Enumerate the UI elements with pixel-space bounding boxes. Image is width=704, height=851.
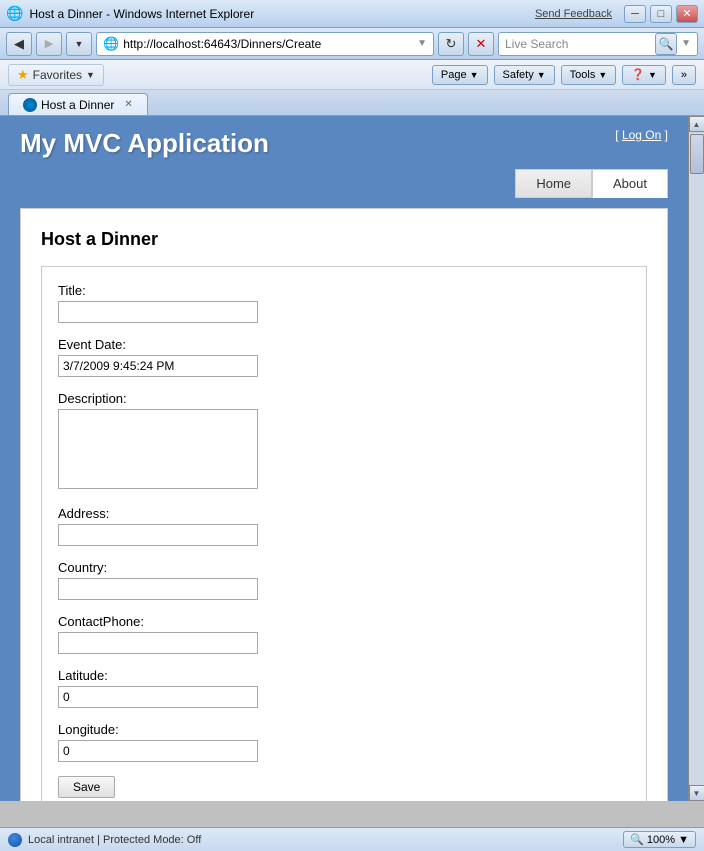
country-label: Country: [58, 560, 630, 575]
favorites-dropdown-icon: ▼ [86, 70, 95, 80]
favorites-label: Favorites [33, 68, 82, 82]
status-zone-text: Local intranet | Protected Mode: Off [28, 834, 201, 846]
tab-close-icon[interactable]: ✕ [124, 99, 132, 110]
forward-button[interactable]: ▶ [36, 32, 62, 56]
navigation-tabs: Home About [0, 159, 688, 198]
window-title: Host a Dinner - Windows Internet Explore… [29, 7, 254, 21]
app-container: My MVC Application [ Log On ] Home About… [0, 116, 688, 801]
page-card: Host a Dinner Title: Event Date: [20, 208, 668, 801]
title-bar: 🌐 Host a Dinner - Windows Internet Explo… [0, 0, 704, 28]
longitude-form-group: Longitude: [58, 722, 630, 762]
host-dinner-tab[interactable]: Host a Dinner ✕ [8, 93, 148, 115]
help-icon: ❓ [631, 68, 645, 81]
page-content: Host a Dinner Title: Event Date: [0, 198, 688, 801]
help-button[interactable]: ❓ ▼ [622, 65, 666, 85]
url-dropdown-icon[interactable]: ▼ [417, 38, 427, 49]
back-button[interactable]: ◀ [6, 32, 32, 56]
status-left: Local intranet | Protected Mode: Off [8, 833, 201, 847]
stop-button[interactable]: ✕ [468, 32, 494, 56]
search-dropdown-icon[interactable]: ▼ [681, 38, 691, 49]
help-dropdown-icon: ▼ [648, 70, 657, 80]
page-heading: Host a Dinner [41, 229, 647, 250]
app-title: My MVC Application [20, 128, 269, 159]
description-form-group: Description: [58, 391, 630, 492]
status-right: 🔍 100% ▼ [623, 831, 696, 848]
zoom-level: 100% [647, 834, 675, 846]
refresh-button[interactable]: ↻ [438, 32, 464, 56]
ie-logo-icon: 🌐 [6, 5, 23, 22]
live-search-label: Live Search [505, 37, 568, 51]
safety-label: Safety [503, 69, 534, 81]
title-form-group: Title: [58, 283, 630, 323]
longitude-label: Longitude: [58, 722, 630, 737]
title-bar-left: 🌐 Host a Dinner - Windows Internet Explo… [6, 5, 254, 22]
country-form-group: Country: [58, 560, 630, 600]
scrollbar: ▲ ▼ [688, 116, 704, 801]
latitude-label: Latitude: [58, 668, 630, 683]
tab-favicon [23, 98, 37, 112]
title-input[interactable] [58, 301, 258, 323]
scroll-thumb[interactable] [690, 134, 704, 174]
tools-dropdown-icon: ▼ [598, 70, 607, 80]
status-globe-icon [8, 833, 22, 847]
toolbar-overflow-button[interactable]: » [672, 65, 696, 85]
log-on-link[interactable]: Log On [622, 128, 661, 142]
tab-about[interactable]: About [592, 169, 668, 198]
search-button[interactable]: 🔍 [655, 33, 677, 55]
favorites-bar: ★ Favorites ▼ Page ▼ Safety ▼ Tools ▼ ❓ … [0, 60, 704, 90]
url-bar-container: 🌐 ▼ [96, 32, 434, 56]
save-button[interactable]: Save [58, 776, 115, 798]
send-feedback-link[interactable]: Send Feedback [535, 8, 612, 20]
close-button[interactable]: ✕ [676, 5, 698, 23]
scroll-up-button[interactable]: ▲ [689, 116, 704, 132]
address-bar: ◀ ▶ ▼ 🌐 ▼ ↻ ✕ Live Search 🔍 ▼ [0, 28, 704, 60]
page-dropdown-icon: ▼ [470, 70, 479, 80]
favorites-button[interactable]: ★ Favorites ▼ [8, 64, 104, 86]
app-header: My MVC Application [ Log On ] [0, 116, 688, 159]
event-date-label: Event Date: [58, 337, 630, 352]
page-label: Page [441, 69, 467, 81]
tab-bar: Host a Dinner ✕ [0, 90, 704, 116]
live-search-box: Live Search 🔍 ▼ [498, 32, 698, 56]
contact-phone-form-group: ContactPhone: [58, 614, 630, 654]
scroll-down-button[interactable]: ▼ [689, 785, 704, 801]
latitude-input[interactable] [58, 686, 258, 708]
contact-phone-input[interactable] [58, 632, 258, 654]
tools-label: Tools [570, 69, 596, 81]
latitude-form-group: Latitude: [58, 668, 630, 708]
tab-home[interactable]: Home [515, 169, 592, 198]
country-input[interactable] [58, 578, 258, 600]
scroll-area[interactable]: My MVC Application [ Log On ] Home About… [0, 116, 688, 801]
log-on-container: [ Log On ] [615, 128, 668, 142]
maximize-button[interactable]: □ [650, 5, 672, 23]
longitude-input[interactable] [58, 740, 258, 762]
page-menu-button[interactable]: Page ▼ [432, 65, 488, 85]
event-date-form-group: Event Date: [58, 337, 630, 377]
minimize-button[interactable]: ─ [624, 5, 646, 23]
tools-menu-button[interactable]: Tools ▼ [561, 65, 617, 85]
url-input[interactable] [123, 37, 413, 51]
address-form-group: Address: [58, 506, 630, 546]
safety-dropdown-icon: ▼ [537, 70, 546, 80]
address-input[interactable] [58, 524, 258, 546]
ie-page-icon: 🌐 [103, 36, 119, 52]
description-textarea[interactable] [58, 409, 258, 489]
description-label: Description: [58, 391, 630, 406]
status-bar: Local intranet | Protected Mode: Off 🔍 1… [0, 827, 704, 851]
zoom-button[interactable]: 🔍 100% ▼ [623, 831, 696, 848]
safety-menu-button[interactable]: Safety ▼ [494, 65, 555, 85]
tab-label: Host a Dinner [41, 98, 114, 112]
title-label: Title: [58, 283, 630, 298]
browser-content: My MVC Application [ Log On ] Home About… [0, 116, 704, 801]
contact-phone-label: ContactPhone: [58, 614, 630, 629]
form-section: Title: Event Date: Description: [41, 266, 647, 801]
address-label: Address: [58, 506, 630, 521]
star-icon: ★ [17, 67, 29, 83]
recent-pages-button[interactable]: ▼ [66, 32, 92, 56]
event-date-input[interactable] [58, 355, 258, 377]
save-form-group: Save [58, 776, 630, 798]
title-bar-right: Send Feedback ─ □ ✕ [535, 5, 698, 23]
